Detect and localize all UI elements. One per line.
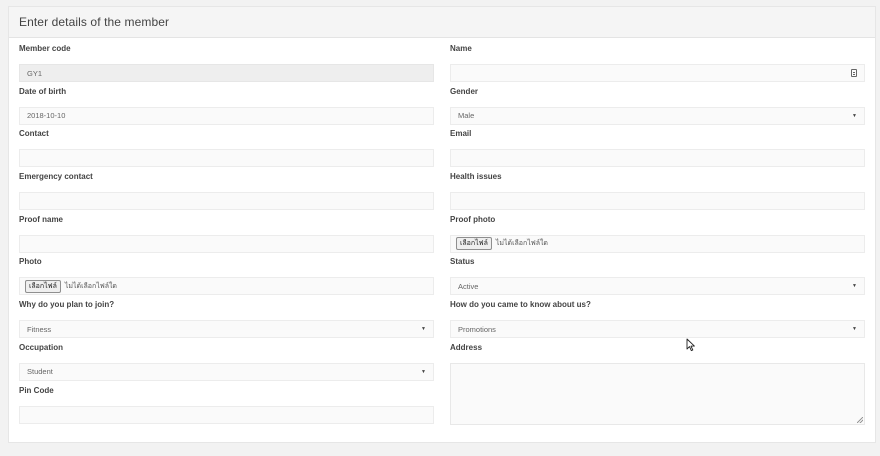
photo-file-status: ไม่ได้เลือกไฟล์ใด: [64, 282, 117, 290]
emergency-contact-label: Emergency contact: [19, 172, 93, 182]
field-know-about: How do you came to know about us? Promot…: [450, 298, 865, 341]
chevron-down-icon: ▼: [852, 112, 857, 119]
field-status: Status Active ▼: [450, 255, 865, 298]
emergency-contact-input[interactable]: [19, 192, 434, 211]
field-health-issues: Health issues: [450, 170, 865, 213]
panel-title: Enter details of the member: [19, 15, 170, 29]
status-value: Active: [458, 281, 479, 291]
know-about-label: How do you came to know about us?: [450, 300, 591, 310]
field-gender: Gender Male ▼: [450, 85, 865, 128]
name-label: Name: [450, 44, 472, 53]
member-code-label: Member code: [19, 44, 71, 53]
why-join-select[interactable]: Fitness ▼: [19, 320, 434, 339]
proof-name-label: Proof name: [19, 214, 64, 224]
why-join-label: Why do you plan to join?: [19, 300, 115, 310]
why-join-value: Fitness: [27, 324, 52, 334]
chevron-down-icon: ▼: [852, 326, 857, 333]
right-column: Name Gender Male ▼ Email Health issues P…: [450, 42, 865, 425]
dob-input[interactable]: 2018-10-10: [19, 106, 434, 125]
address-label: Address: [450, 342, 483, 352]
chevron-down-icon: ▼: [852, 283, 857, 290]
proof-photo-file-input: เลือกไฟล์ ไม่ได้เลือกไฟล์ใด: [450, 234, 865, 253]
member-code-input[interactable]: GY1: [19, 64, 434, 82]
left-column: Member code GY1 Date of birth 2018-10-10…: [19, 42, 434, 426]
gender-select[interactable]: Male ▼: [450, 106, 865, 125]
contact-card-icon[interactable]: [851, 69, 857, 77]
mouse-cursor-icon: [686, 338, 695, 352]
pin-code-input[interactable]: [19, 405, 434, 424]
field-photo: Photo เลือกไฟล์ ไม่ได้เลือกไฟล์ใด: [19, 255, 434, 298]
field-proof-name: Proof name: [19, 213, 434, 256]
field-name: Name: [450, 42, 865, 85]
resize-handle-icon[interactable]: [857, 416, 863, 423]
member-code-value: GY1: [27, 68, 43, 78]
photo-label: Photo: [19, 257, 42, 267]
field-pin-code: Pin Code: [19, 384, 434, 427]
field-proof-photo: Proof photo เลือกไฟล์ ไม่ได้เลือกไฟล์ใด: [450, 213, 865, 256]
dob-label: Date of birth: [19, 86, 67, 96]
photo-file-input: เลือกไฟล์ ไม่ได้เลือกไฟล์ใด: [19, 277, 434, 296]
status-select[interactable]: Active ▼: [450, 277, 865, 296]
email-label: Email: [450, 129, 472, 139]
gender-value: Male: [458, 111, 475, 121]
field-dob: Date of birth 2018-10-10: [19, 85, 434, 128]
name-input[interactable]: [450, 64, 865, 82]
proof-photo-choose-file-button[interactable]: เลือกไฟล์: [456, 237, 492, 251]
know-about-value: Promotions: [458, 324, 496, 334]
gender-label: Gender: [450, 86, 479, 96]
field-occupation: Occupation Student ▼: [19, 341, 434, 384]
know-about-select[interactable]: Promotions ▼: [450, 320, 865, 339]
photo-choose-file-button[interactable]: เลือกไฟล์: [25, 279, 61, 293]
proof-name-input[interactable]: [19, 234, 434, 253]
field-emergency-contact: Emergency contact: [19, 170, 434, 213]
field-contact: Contact: [19, 127, 434, 170]
chevron-down-icon: ▼: [421, 368, 426, 375]
contact-input[interactable]: [19, 149, 434, 168]
field-member-code: Member code GY1: [19, 42, 434, 85]
email-input[interactable]: [450, 149, 865, 168]
address-textarea[interactable]: [450, 362, 865, 425]
contact-label: Contact: [19, 129, 49, 139]
health-issues-input[interactable]: [450, 192, 865, 211]
status-label: Status: [450, 257, 475, 267]
health-issues-label: Health issues: [450, 172, 502, 182]
proof-photo-label: Proof photo: [450, 214, 496, 224]
pin-code-label: Pin Code: [19, 385, 54, 395]
field-email: Email: [450, 127, 865, 170]
proof-photo-file-status: ไม่ได้เลือกไฟล์ใด: [495, 240, 548, 248]
field-why-join: Why do you plan to join? Fitness ▼: [19, 298, 434, 341]
member-details-panel: Enter details of the member Member code …: [8, 6, 876, 443]
occupation-value: Student: [27, 367, 53, 377]
dob-value: 2018-10-10: [27, 111, 66, 121]
occupation-select[interactable]: Student ▼: [19, 362, 434, 381]
chevron-down-icon: ▼: [421, 326, 426, 333]
field-address: Address: [450, 341, 865, 425]
occupation-label: Occupation: [19, 342, 64, 352]
panel-header: Enter details of the member: [9, 7, 875, 38]
